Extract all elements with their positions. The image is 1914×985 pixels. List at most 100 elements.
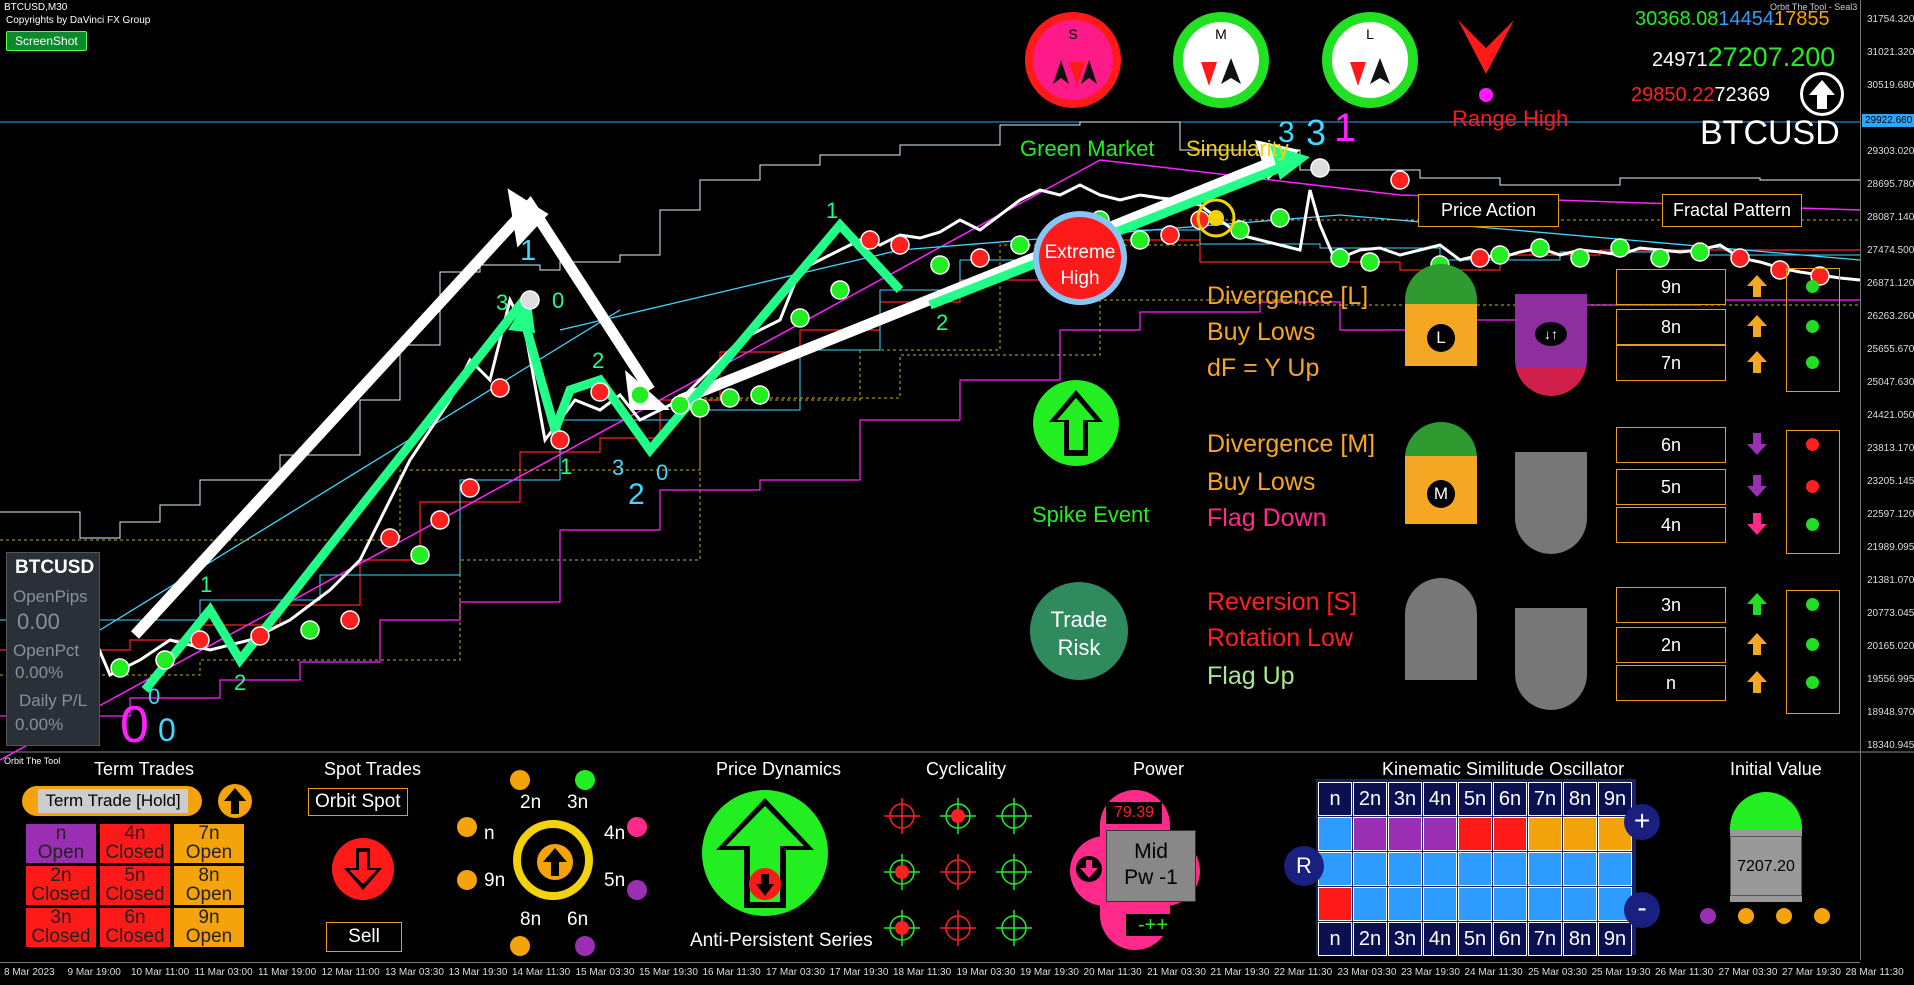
wave-number: 2 xyxy=(628,478,645,511)
time-tick: 8 Mar 2023 xyxy=(4,967,55,978)
term-trade-hold-button[interactable]: Term Trade [Hold] xyxy=(38,789,188,813)
medium-badge-flip: ↓↑ xyxy=(1515,294,1587,396)
kso-cell[interactable] xyxy=(1318,887,1352,921)
term-trade-cell[interactable]: 7n Open xyxy=(174,824,244,863)
kso-cell[interactable] xyxy=(1458,887,1492,921)
kso-cell[interactable] xyxy=(1423,817,1457,851)
kso-cell[interactable] xyxy=(1493,852,1527,886)
time-tick: 28 Mar 11:30 xyxy=(1845,967,1904,978)
daily-pl-label: Daily P/L xyxy=(19,691,88,710)
price-tick: 26871.120 xyxy=(1867,278,1914,289)
fractal-pattern-label[interactable]: Fractal Pattern xyxy=(1662,194,1803,227)
up-arrow-icon xyxy=(1747,633,1767,655)
kso-plus-button[interactable]: + xyxy=(1624,804,1660,840)
term-trade-cell[interactable]: 8n Open xyxy=(174,866,244,905)
time-tick: 24 Mar 11:30 xyxy=(1464,967,1523,978)
signal-marker xyxy=(300,620,320,640)
kso-cell[interactable] xyxy=(1563,817,1597,851)
subwindow-title: Orbit The Tool xyxy=(4,756,61,766)
signal-marker xyxy=(720,388,740,408)
n-tile[interactable]: 9n xyxy=(1616,269,1726,305)
kso-cell[interactable] xyxy=(1563,887,1597,921)
signal-text: Rotation Low xyxy=(1207,624,1353,652)
orbit-label: 4n xyxy=(604,823,626,844)
signal-marker xyxy=(1360,252,1380,272)
wave-number: 3 xyxy=(1278,116,1295,149)
sell-arrow-icon xyxy=(332,838,394,900)
long-term-circle[interactable]: L xyxy=(1322,12,1418,108)
kso-cell[interactable] xyxy=(1423,887,1457,921)
kso-minus-button[interactable]: - xyxy=(1624,892,1660,928)
kso-cell[interactable] xyxy=(1353,817,1387,851)
time-tick: 15 Mar 03:30 xyxy=(575,967,635,978)
orbit-spot-button[interactable]: Orbit Spot xyxy=(308,788,408,816)
kso-cell[interactable] xyxy=(1388,852,1422,886)
n-tile[interactable]: 6n xyxy=(1616,427,1726,463)
kso-header: n xyxy=(1318,782,1352,816)
kso-cell[interactable] xyxy=(1493,817,1527,851)
time-tick: 25 Mar 19:30 xyxy=(1591,967,1651,978)
term-trade-cell[interactable]: 5n Closed xyxy=(100,866,170,905)
up-arrow-icon xyxy=(1747,315,1767,337)
time-tick: 19 Mar 03:30 xyxy=(956,967,1016,978)
kso-cell[interactable] xyxy=(1388,817,1422,851)
n-tile[interactable]: 7n xyxy=(1616,345,1726,381)
time-tick: 14 Mar 11:30 xyxy=(512,967,571,978)
kso-cell[interactable] xyxy=(1388,887,1422,921)
time-axis[interactable]: 8 Mar 2023 9 Mar 19:00 10 Mar 11:00 11 Mar … xyxy=(0,962,1904,985)
kso-header: 8n xyxy=(1563,922,1597,956)
term-trade-hold-pill[interactable]: Term Trade [Hold] xyxy=(22,786,202,816)
orbit-core[interactable] xyxy=(513,820,593,900)
kso-cell[interactable] xyxy=(1458,817,1492,851)
kso-cell[interactable] xyxy=(1598,852,1632,886)
kso-cell[interactable] xyxy=(1528,852,1562,886)
price-axis[interactable]: 31754.320 31021.320 30519.680 29922.660 2930… xyxy=(1860,0,1914,960)
open-pips-label: OpenPips xyxy=(13,587,88,606)
medium-term-circle[interactable]: M xyxy=(1173,12,1269,108)
kso-cell[interactable] xyxy=(1423,852,1457,886)
kso-cell[interactable] xyxy=(1318,817,1352,851)
cell-state: Closed xyxy=(31,884,91,905)
signal-marker xyxy=(460,478,480,498)
term-trade-cell[interactable]: 4n Closed xyxy=(100,824,170,863)
circle-s-label: S xyxy=(1068,26,1078,42)
kso-cell[interactable] xyxy=(1353,887,1387,921)
kso-cell[interactable] xyxy=(1563,852,1597,886)
up-arrow-icon xyxy=(1747,593,1767,615)
kso-cell[interactable] xyxy=(1528,817,1562,851)
kso-cell[interactable] xyxy=(1353,852,1387,886)
cell-label: n xyxy=(55,823,67,844)
kso-reset-button[interactable]: R xyxy=(1284,846,1324,886)
signal-marker xyxy=(1490,245,1510,265)
n-tile[interactable]: 3n xyxy=(1616,587,1726,623)
initial-value-dot xyxy=(1700,908,1716,924)
n-tile[interactable]: 4n xyxy=(1616,507,1726,543)
n-tile[interactable]: 2n xyxy=(1616,627,1726,663)
n-tile[interactable]: n xyxy=(1616,665,1726,701)
n-tile[interactable]: 8n xyxy=(1616,309,1726,345)
kso-header: 2n xyxy=(1353,922,1387,956)
sell-button[interactable]: Sell xyxy=(326,922,402,952)
screenshot-button[interactable]: ScreenShot xyxy=(6,31,87,51)
term-trade-cell[interactable]: 2n Closed xyxy=(26,866,96,905)
term-trades-title: Term Trades xyxy=(94,759,195,779)
kso-cell[interactable] xyxy=(1493,887,1527,921)
signal-marker xyxy=(1730,248,1750,268)
term-trade-cell[interactable]: 9n Open xyxy=(174,908,244,947)
up-arrow-icon[interactable] xyxy=(218,784,252,818)
singularity-label: Singularity xyxy=(1186,136,1289,161)
term-trade-cell[interactable]: 6n Closed xyxy=(100,908,170,947)
term-trade-cell[interactable]: 3n Closed xyxy=(26,908,96,947)
n-tile[interactable]: 5n xyxy=(1616,469,1726,505)
kso-cell[interactable] xyxy=(1458,852,1492,886)
short-term-circle[interactable]: S xyxy=(1025,12,1121,108)
value-green-large: 27207.200 xyxy=(1707,42,1836,72)
term-trade-cell[interactable]: n Open xyxy=(26,824,96,863)
price-action-label[interactable]: Price Action xyxy=(1418,194,1560,227)
crosshair-icon xyxy=(940,854,976,890)
trade-risk-icon[interactable]: Trade Risk xyxy=(1030,582,1128,680)
kso-cell[interactable] xyxy=(1528,887,1562,921)
signal-marker xyxy=(1160,225,1180,245)
price-tick: 31754.320 xyxy=(1867,14,1914,25)
open-pct-value: 0.00% xyxy=(15,663,64,682)
